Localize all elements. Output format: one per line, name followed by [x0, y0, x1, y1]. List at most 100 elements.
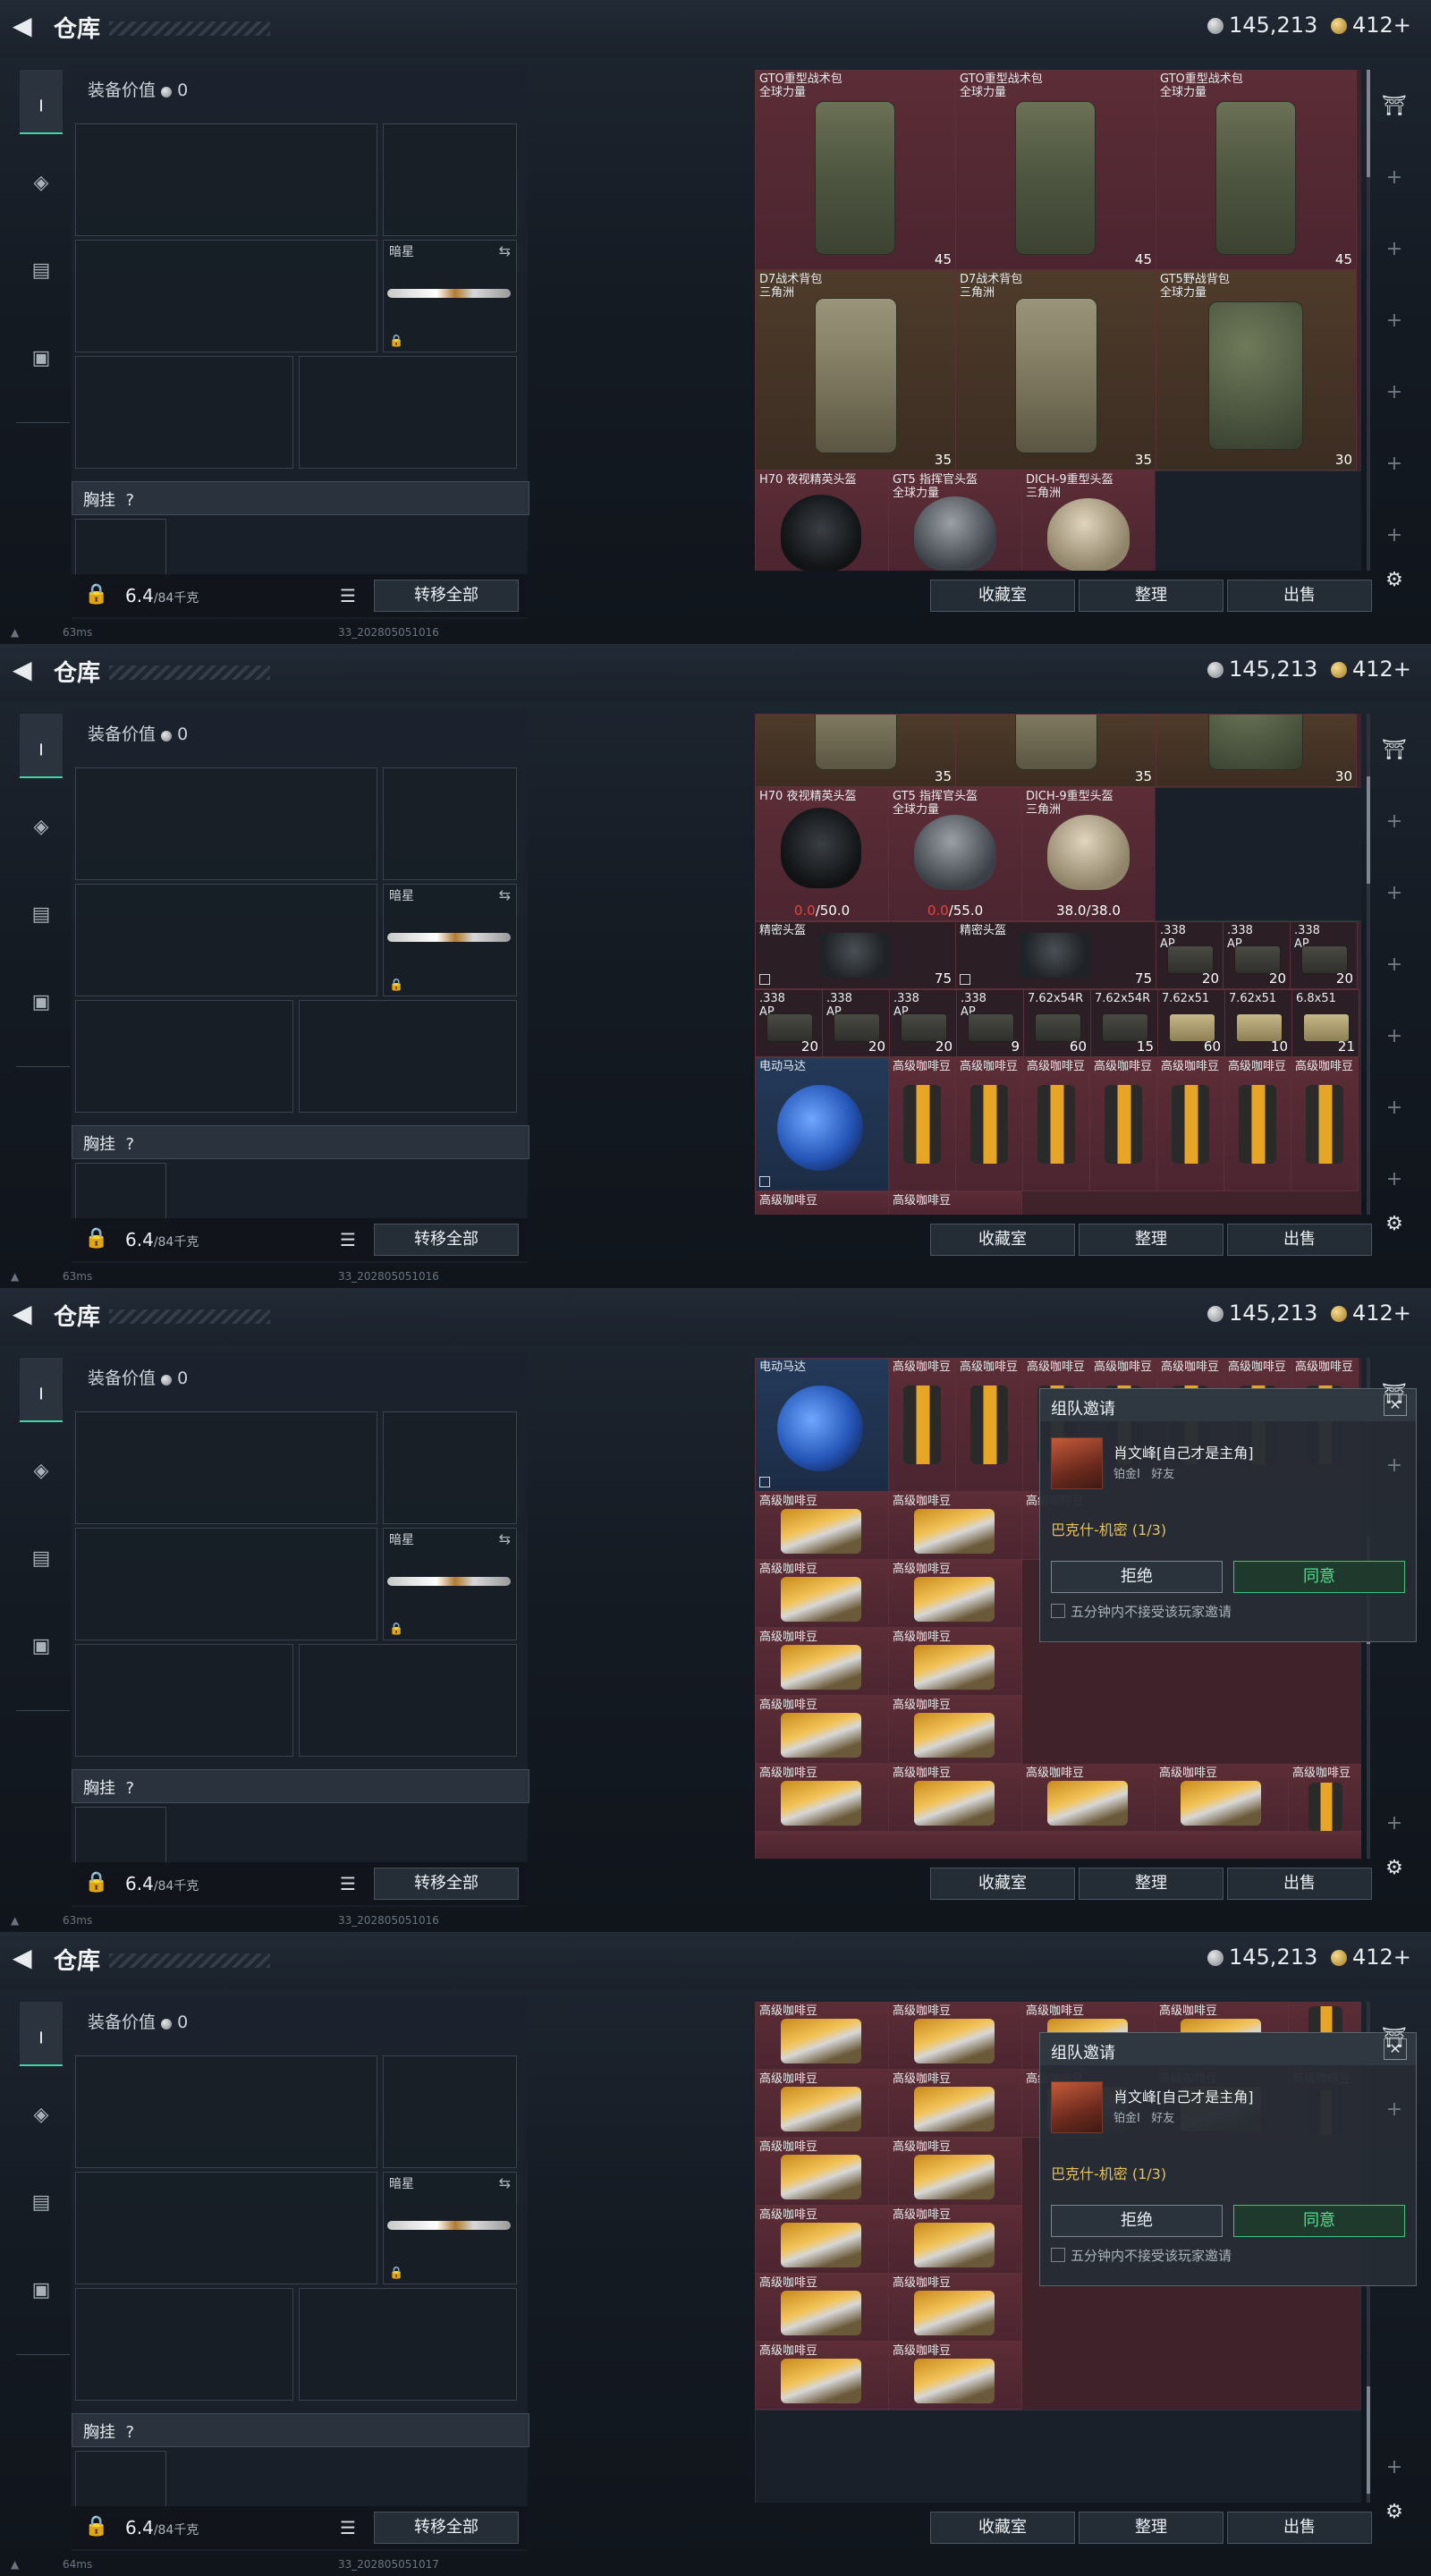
- coffee-item[interactable]: 高级咖啡豆: [888, 1492, 1022, 1560]
- nav-gear-icon[interactable]: ◈: [20, 796, 63, 859]
- scroll-thumb[interactable]: [1367, 2386, 1370, 2494]
- sell-button[interactable]: 出售: [1227, 580, 1372, 612]
- chest-help-icon[interactable]: ?: [125, 1779, 134, 1798]
- stash-item[interactable]: 30: [1156, 714, 1357, 787]
- coffee-item[interactable]: 高级咖啡豆: [1224, 1057, 1291, 1191]
- pistol-slot[interactable]: [383, 123, 517, 236]
- ammo-item[interactable]: 7.62x54R 60: [1023, 989, 1091, 1057]
- stash-scrollbar[interactable]: [1367, 70, 1370, 571]
- ammo-item[interactable]: .338 AP 9: [956, 989, 1024, 1057]
- settings-gear-icon[interactable]: ⚙: [1379, 1853, 1410, 1884]
- stash-item[interactable]: GTO重型战术包 全球力量 45: [755, 70, 956, 270]
- list-icon[interactable]: ☰: [340, 585, 356, 606]
- nav-gear-icon[interactable]: ◈: [20, 2084, 63, 2147]
- add-tab-icon[interactable]: +: [1379, 234, 1410, 265]
- coffee-item[interactable]: 高级咖啡豆: [888, 1191, 1022, 1215]
- coffee-item[interactable]: 高级咖啡豆: [888, 1764, 1022, 1832]
- empty-area[interactable]: [755, 2410, 1361, 2503]
- list-icon[interactable]: ☰: [340, 1229, 356, 1250]
- stash-item[interactable]: 电动马达: [755, 1057, 889, 1191]
- stash-arch-icon[interactable]: ⛩: [1379, 735, 1410, 766]
- coffee-item[interactable]: 高级咖啡豆: [1021, 1764, 1156, 1832]
- stash-item[interactable]: DICH-9重型头盔 三角洲: [1021, 470, 1156, 571]
- coffee-item[interactable]: 高级咖啡豆: [755, 2342, 889, 2410]
- armor-slot[interactable]: [299, 1000, 517, 1113]
- ammo-item[interactable]: .338 AP 20: [889, 989, 957, 1057]
- coffee-item[interactable]: 高级咖啡豆: [888, 1560, 1022, 1628]
- nav-case-icon[interactable]: ▣: [20, 1615, 63, 1678]
- melee-slot[interactable]: 暗星 ⇆ 🔒: [383, 240, 517, 352]
- sell-button[interactable]: 出售: [1227, 1224, 1372, 1256]
- chest-help-icon[interactable]: ?: [125, 491, 134, 510]
- add-tab-icon[interactable]: +: [1379, 1093, 1410, 1123]
- coffee-item[interactable]: 高级咖啡豆: [888, 2070, 1022, 2138]
- ammo-item[interactable]: 7.62x51 60: [1157, 989, 1225, 1057]
- stash-item[interactable]: H70 夜视精英头盔: [755, 470, 889, 571]
- stash-item[interactable]: GT5 指挥官头盔 全球力量: [888, 470, 1022, 571]
- add-tab-icon[interactable]: +: [1379, 1809, 1410, 1839]
- sell-button[interactable]: 出售: [1227, 1868, 1372, 1900]
- primary-weapon-slot[interactable]: [75, 123, 377, 236]
- coffee-item[interactable]: 高级咖啡豆: [1022, 1057, 1090, 1191]
- stash-item[interactable]: 电动马达: [755, 1358, 889, 1492]
- primary-weapon-slot[interactable]: [75, 767, 377, 880]
- ammo-item[interactable]: .338 AP 20: [1223, 921, 1291, 989]
- back-arrow-icon[interactable]: ◀: [13, 657, 39, 683]
- helmet-slot[interactable]: [75, 356, 293, 469]
- stash-item[interactable]: 精密头盔 75: [955, 921, 1156, 989]
- mute-5min-checkbox[interactable]: [1051, 2248, 1065, 2262]
- gold-currency[interactable]: 412+: [1331, 13, 1411, 38]
- coffee-item[interactable]: 高级咖啡豆: [888, 1696, 1022, 1764]
- coffee-item[interactable]: 高级咖啡豆: [888, 1628, 1022, 1696]
- add-tab-icon[interactable]: +: [1379, 163, 1410, 193]
- coffee-item[interactable]: 高级咖啡豆: [755, 1764, 889, 1832]
- sort-button[interactable]: 整理: [1079, 1224, 1224, 1256]
- coffee-item[interactable]: 高级咖啡豆: [1156, 1057, 1224, 1191]
- add-tab-icon[interactable]: +: [1379, 521, 1410, 551]
- add-tab-icon[interactable]: +: [1379, 2453, 1410, 2483]
- stash-item[interactable]: 35: [755, 714, 956, 787]
- stash-arch-icon[interactable]: ⛩: [1379, 91, 1410, 122]
- stash-item[interactable]: GTO重型战术包 全球力量 45: [1156, 70, 1357, 270]
- primary-weapon-slot[interactable]: [75, 1411, 377, 1524]
- helmet-slot[interactable]: [75, 2288, 293, 2401]
- scroll-thumb[interactable]: [1367, 776, 1370, 884]
- coffee-item[interactable]: 高级咖啡豆: [955, 1358, 1023, 1492]
- coffee-item[interactable]: 高级咖啡豆: [888, 1358, 956, 1492]
- chest-help-icon[interactable]: ?: [125, 2423, 134, 2442]
- nav-clipboard-icon[interactable]: ▤: [20, 2172, 63, 2234]
- armor-slot[interactable]: [299, 356, 517, 469]
- nav-clipboard-icon[interactable]: ▤: [20, 1528, 63, 1590]
- empty-cell[interactable]: [1155, 470, 1361, 571]
- melee-slot[interactable]: 暗星 ⇆ 🔒: [383, 2172, 517, 2284]
- secondary-weapon-slot[interactable]: [75, 2172, 377, 2284]
- decline-button[interactable]: 拒绝: [1051, 1561, 1223, 1593]
- coffee-item[interactable]: 高级咖啡豆: [755, 1560, 889, 1628]
- coffee-item[interactable]: 高级咖啡豆: [888, 2274, 1022, 2342]
- add-tab-icon[interactable]: +: [1379, 377, 1410, 408]
- ammo-item[interactable]: 6.8x51 21: [1291, 989, 1359, 1057]
- sort-button[interactable]: 整理: [1079, 2512, 1224, 2544]
- nav-case-icon[interactable]: ▣: [20, 2259, 63, 2322]
- back-arrow-icon[interactable]: ◀: [13, 1301, 39, 1327]
- coffee-item[interactable]: 高级咖啡豆: [755, 1696, 889, 1764]
- gold-currency[interactable]: 412+: [1331, 1945, 1411, 1970]
- transfer-all-button[interactable]: 转移全部: [374, 2512, 519, 2544]
- secondary-weapon-slot[interactable]: [75, 240, 377, 352]
- stash-item[interactable]: D7战术背包 三角洲 35: [755, 270, 956, 470]
- add-tab-icon[interactable]: +: [1379, 878, 1410, 909]
- coffee-item[interactable]: 高级咖啡豆: [888, 2342, 1022, 2410]
- coffee-item[interactable]: 高级咖啡豆: [1155, 1764, 1289, 1832]
- add-tab-icon[interactable]: +: [1379, 950, 1410, 980]
- pistol-slot[interactable]: [383, 1411, 517, 1524]
- list-icon[interactable]: ☰: [340, 2517, 356, 2538]
- coffee-item[interactable]: 高级咖啡豆: [755, 2070, 889, 2138]
- stash-item[interactable]: GTO重型战术包 全球力量 45: [955, 70, 1156, 270]
- nav-clipboard-icon[interactable]: ▤: [20, 884, 63, 946]
- nav-weapons-icon[interactable]: ╷: [20, 1358, 63, 1422]
- stash-arch-icon[interactable]: ⛩: [1379, 2023, 1410, 2054]
- stash-item[interactable]: 35: [955, 714, 1156, 787]
- ammo-item[interactable]: .338 AP 20: [755, 989, 823, 1057]
- swap-icon[interactable]: ⇆: [499, 886, 511, 903]
- coffee-item[interactable]: 高级咖啡豆: [888, 2206, 1022, 2274]
